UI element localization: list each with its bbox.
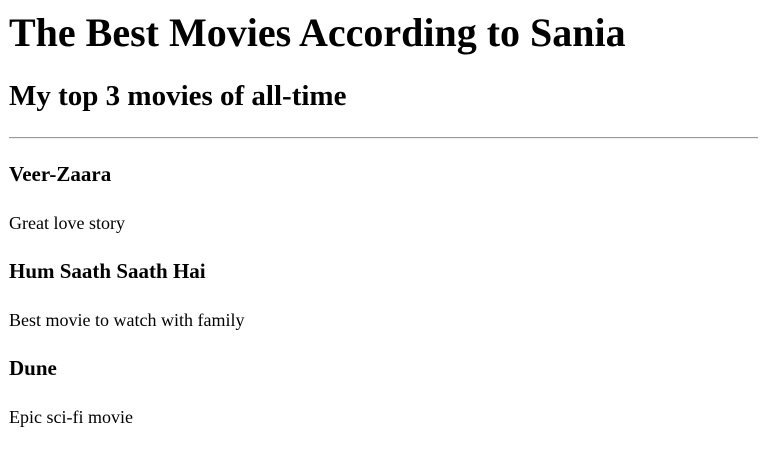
movie-title: Veer-Zaara [9, 162, 112, 186]
movie-title: Dune [9, 356, 57, 380]
divider [9, 137, 758, 139]
movie-description: Epic sci-fi movie [9, 407, 133, 427]
movie-description: Great love story [9, 213, 125, 233]
movie-description: Best movie to watch with family [9, 310, 245, 330]
movie-title: Hum Saath Saath Hai [9, 259, 206, 283]
page-title: The Best Movies According to Sania [9, 10, 626, 55]
movie-item-2: Hum Saath Saath Hai Best movie to watch … [9, 259, 758, 331]
page-subtitle: My top 3 movies of all-time [9, 80, 347, 112]
movie-item-3: Dune Epic sci-fi movie [9, 356, 758, 428]
page-content: The Best Movies According to Sania My to… [0, 10, 767, 428]
movie-item-1: Veer-Zaara Great love story [9, 162, 758, 234]
